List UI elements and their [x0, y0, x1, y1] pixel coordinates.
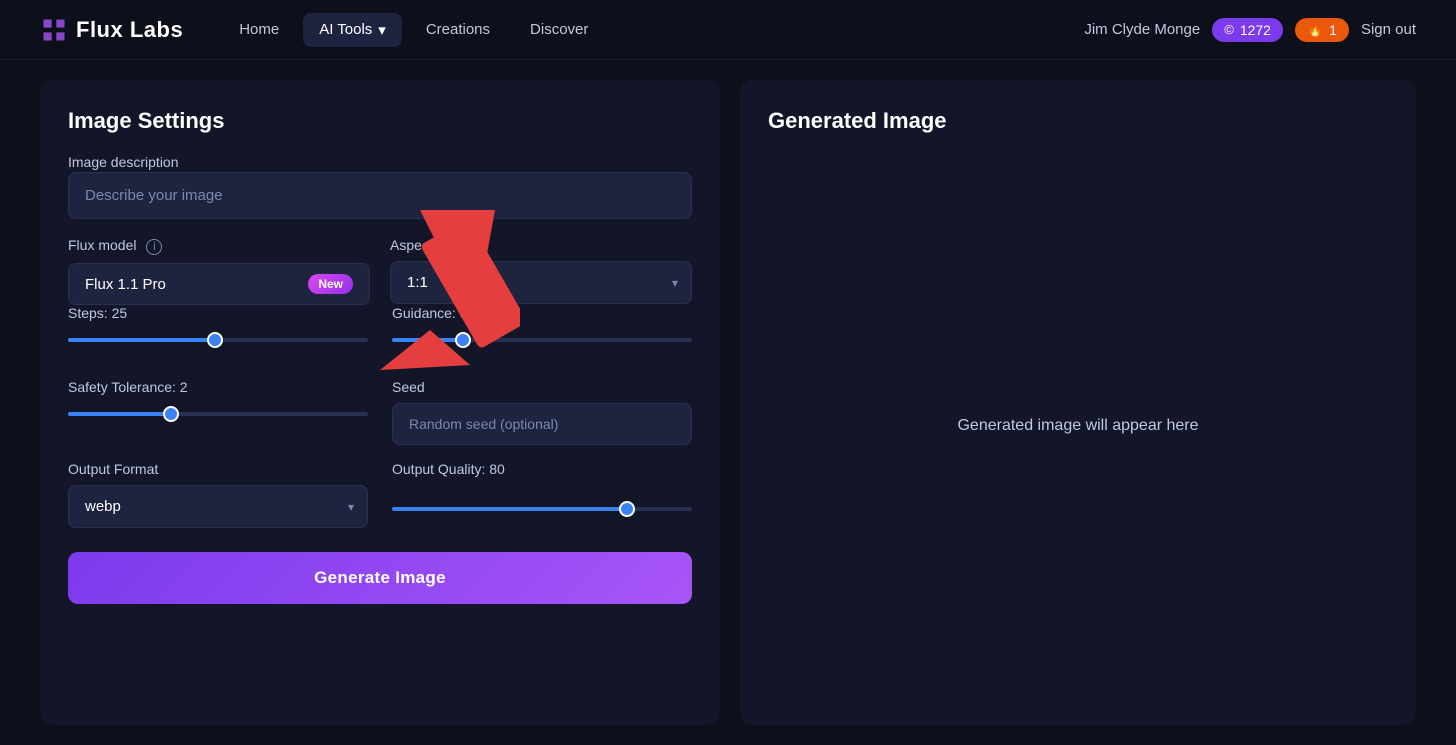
left-panel: Image Settings Image description Flux mo… [40, 80, 720, 725]
output-quality-label: Output Quality: 80 [392, 461, 692, 477]
flux-model-label: Flux model i [68, 237, 370, 255]
image-description-field: Image description [68, 154, 692, 237]
safety-tolerance-label: Safety Tolerance: 2 [68, 379, 368, 395]
main-content: Image Settings Image description Flux mo… [0, 60, 1456, 745]
model-aspect-row: Flux model i Flux 1.1 Pro New Aspect Rat… [68, 237, 692, 305]
image-description-input[interactable] [68, 172, 692, 219]
credits-purple-badge[interactable]: © 1272 [1212, 18, 1283, 42]
nav-discover[interactable]: Discover [514, 13, 604, 46]
flux-model-value: Flux 1.1 Pro [85, 276, 308, 293]
guidance-slider[interactable] [392, 338, 692, 342]
output-format-select-wrapper: webp png jpg ▾ [68, 485, 368, 528]
right-panel: Generated Image Generated image will app… [740, 80, 1416, 725]
sign-out-button[interactable]: Sign out [1361, 21, 1416, 38]
generated-image-placeholder: Generated image will appear here [768, 154, 1388, 697]
nav-right: Jim Clyde Monge © 1272 🔥 1 Sign out [1084, 18, 1416, 42]
seed-label: Seed [392, 379, 692, 395]
seed-input[interactable] [392, 403, 692, 445]
nav-home[interactable]: Home [223, 13, 295, 46]
info-icon[interactable]: i [146, 239, 162, 255]
chevron-down-icon: ▾ [378, 21, 386, 39]
safety-tolerance-slider[interactable] [68, 412, 368, 416]
image-description-label: Image description [68, 154, 179, 170]
aspect-ratio-select[interactable]: 1:1 16:9 9:16 4:3 [390, 261, 692, 304]
generate-image-button[interactable]: Generate Image [68, 552, 692, 604]
output-format-field: Output Format webp png jpg ▾ [68, 461, 368, 532]
user-name: Jim Clyde Monge [1084, 21, 1200, 38]
credits-orange-badge[interactable]: 🔥 1 [1295, 18, 1349, 42]
flux-model-field: Flux model i Flux 1.1 Pro New [68, 237, 370, 305]
nav-creations[interactable]: Creations [410, 13, 506, 46]
coin-icon: © [1224, 22, 1234, 37]
new-badge: New [308, 274, 353, 294]
nav-links: Home AI Tools ▾ Creations Discover [223, 13, 1084, 47]
steps-guidance-row: Steps: 25 Guidance: 3 [68, 305, 692, 363]
credits-purple-value: 1272 [1240, 22, 1271, 38]
credits-orange-value: 1 [1329, 22, 1337, 38]
logo-text: Flux Labs [76, 17, 183, 43]
safety-seed-row: Safety Tolerance: 2 Seed [68, 379, 692, 445]
nav-ai-tools[interactable]: AI Tools ▾ [303, 13, 402, 47]
panel-title: Image Settings [68, 108, 692, 134]
output-quality-slider[interactable] [392, 507, 692, 511]
aspect-ratio-label: Aspect Ratio [390, 237, 692, 253]
logo-icon [40, 16, 68, 44]
output-quality-section: Output Quality: 80 [392, 461, 692, 516]
guidance-slider-section: Guidance: 3 [392, 305, 692, 347]
flux-model-select[interactable]: Flux 1.1 Pro New [68, 263, 370, 305]
aspect-ratio-field: Aspect Ratio 1:1 16:9 9:16 4:3 ▾ [390, 237, 692, 305]
steps-slider-section: Steps: 25 [68, 305, 368, 347]
aspect-ratio-select-wrapper: 1:1 16:9 9:16 4:3 ▾ [390, 261, 692, 304]
generated-image-title: Generated Image [768, 108, 1388, 134]
output-row: Output Format webp png jpg ▾ Output Qual… [68, 461, 692, 532]
logo[interactable]: Flux Labs [40, 16, 183, 44]
guidance-label: Guidance: 3 [392, 305, 692, 321]
seed-field: Seed [392, 379, 692, 445]
output-format-label: Output Format [68, 461, 368, 477]
steps-label: Steps: 25 [68, 305, 368, 321]
navbar: Flux Labs Home AI Tools ▾ Creations Disc… [0, 0, 1456, 60]
output-format-select[interactable]: webp png jpg [68, 485, 368, 528]
flame-icon: 🔥 [1307, 22, 1323, 38]
steps-slider[interactable] [68, 338, 368, 342]
safety-tolerance-section: Safety Tolerance: 2 [68, 379, 368, 429]
